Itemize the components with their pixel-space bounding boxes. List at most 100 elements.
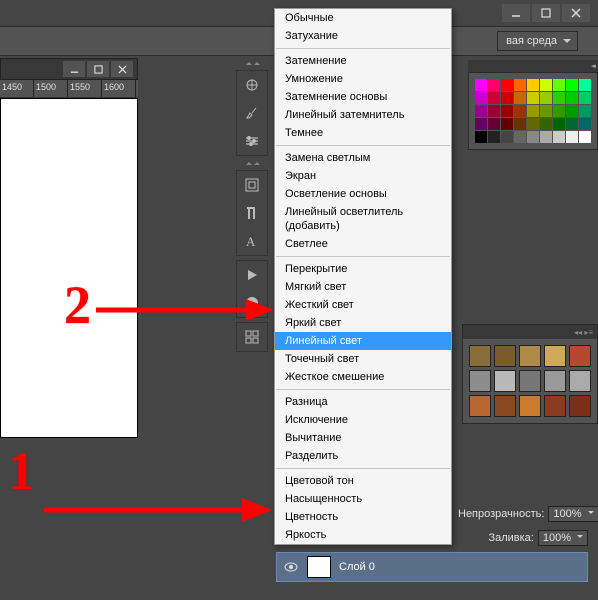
layer-row[interactable]: Слой 0 [276,552,588,582]
swatch[interactable] [501,118,513,130]
navigator-panel-icon[interactable] [237,71,267,99]
style-swatch[interactable] [519,345,541,367]
blend-menu-item[interactable]: Мягкий свет [275,278,451,296]
close-button[interactable] [562,4,590,22]
swatch[interactable] [527,105,539,117]
swatch[interactable] [475,92,487,104]
panel-collapse-toggle[interactable] [468,60,598,72]
swatch[interactable] [579,105,591,117]
swatch[interactable] [475,131,487,143]
swatch[interactable] [553,92,565,104]
blend-menu-item[interactable]: Линейный затемнитель [275,106,451,124]
swatch[interactable] [566,92,578,104]
swatch[interactable] [488,118,500,130]
canvas[interactable] [0,98,138,438]
style-swatch[interactable] [519,370,541,392]
style-swatch[interactable] [544,345,566,367]
blend-menu-item[interactable]: Затемнение основы [275,88,451,106]
swatch[interactable] [579,79,591,91]
minimize-button[interactable] [502,4,530,22]
swatch[interactable] [514,105,526,117]
blend-menu-item[interactable]: Жесткий свет [275,296,451,314]
style-swatch[interactable] [519,395,541,417]
paragraph-panel-icon[interactable] [237,199,267,227]
dock-expand-toggle[interactable] [236,60,268,70]
style-swatch[interactable] [494,395,516,417]
style-swatch[interactable] [544,395,566,417]
layer-visibility-icon[interactable] [283,559,299,575]
dock-expand-toggle[interactable] [236,160,268,170]
swatch[interactable] [553,105,565,117]
swatch[interactable] [475,118,487,130]
swatch[interactable] [553,131,565,143]
blend-menu-item[interactable]: Яркость [275,526,451,544]
swatch[interactable] [566,105,578,117]
swatch[interactable] [501,79,513,91]
blend-menu-item[interactable]: Умножение [275,70,451,88]
blend-menu-item[interactable]: Исключение [275,411,451,429]
swatch[interactable] [527,79,539,91]
blend-menu-item[interactable]: Перекрытие [275,260,451,278]
swatch[interactable] [527,118,539,130]
blend-menu-item[interactable]: Осветление основы [275,185,451,203]
blend-menu-item[interactable]: Замена светлым [275,149,451,167]
play-icon[interactable] [237,261,267,289]
swatch[interactable] [501,92,513,104]
swatch[interactable] [579,92,591,104]
swatch[interactable] [540,131,552,143]
blend-menu-item[interactable]: Вычитание [275,429,451,447]
swatch[interactable] [566,131,578,143]
blend-menu-item[interactable]: Светлее [275,235,451,253]
swatch[interactable] [475,105,487,117]
swatch[interactable] [553,118,565,130]
brush-panel-icon[interactable] [237,99,267,127]
swatch[interactable] [488,79,500,91]
blend-menu-item[interactable]: Затухание [275,27,451,45]
blend-menu-item[interactable]: Разделить [275,447,451,465]
swatch[interactable] [514,79,526,91]
blend-menu-item[interactable]: Жесткое смешение [275,368,451,386]
adjustments-panel-icon[interactable] [237,127,267,155]
doc-maximize-button[interactable] [87,61,109,77]
swatch[interactable] [501,131,513,143]
blend-menu-item[interactable]: Линейный свет [275,332,451,350]
style-swatch[interactable] [494,370,516,392]
style-swatch[interactable] [569,395,591,417]
style-swatch[interactable] [569,345,591,367]
glyphs-panel-icon[interactable]: A [237,227,267,255]
swatch[interactable] [579,131,591,143]
fill-input[interactable]: 100% [538,530,588,546]
style-swatch[interactable] [469,345,491,367]
blend-menu-item[interactable]: Точечный свет [275,350,451,368]
swatch[interactable] [566,79,578,91]
swatch[interactable] [514,92,526,104]
swatch[interactable] [540,79,552,91]
style-swatch[interactable] [494,345,516,367]
swatch[interactable] [501,105,513,117]
blend-menu-item[interactable]: Линейный осветлитель (добавить) [275,203,451,235]
swatch[interactable] [527,131,539,143]
blend-menu-item[interactable]: Экран [275,167,451,185]
layer-thumbnail[interactable] [307,556,331,578]
blend-menu-item[interactable]: Цветность [275,508,451,526]
character-panel-icon[interactable] [237,171,267,199]
blend-menu-item[interactable]: Затемнение [275,52,451,70]
swatch[interactable] [475,79,487,91]
blend-menu-item[interactable]: Яркий свет [275,314,451,332]
swatch[interactable] [488,92,500,104]
style-swatch[interactable] [569,370,591,392]
swatch[interactable] [488,131,500,143]
blend-menu-item[interactable]: Разница [275,393,451,411]
swatch[interactable] [514,131,526,143]
swatch[interactable] [566,118,578,130]
style-swatch[interactable] [544,370,566,392]
panel-menu-toggle[interactable]: ◂◂ ▸≡ [463,325,597,339]
style-swatch[interactable] [469,395,491,417]
swatch[interactable] [488,105,500,117]
doc-minimize-button[interactable] [63,61,85,77]
swatch[interactable] [540,92,552,104]
swatch[interactable] [514,118,526,130]
blend-mode-menu[interactable]: ОбычныеЗатуханиеЗатемнениеУмножениеЗатем… [274,8,452,545]
properties-panel-icon[interactable] [237,323,267,351]
maximize-button[interactable] [532,4,560,22]
